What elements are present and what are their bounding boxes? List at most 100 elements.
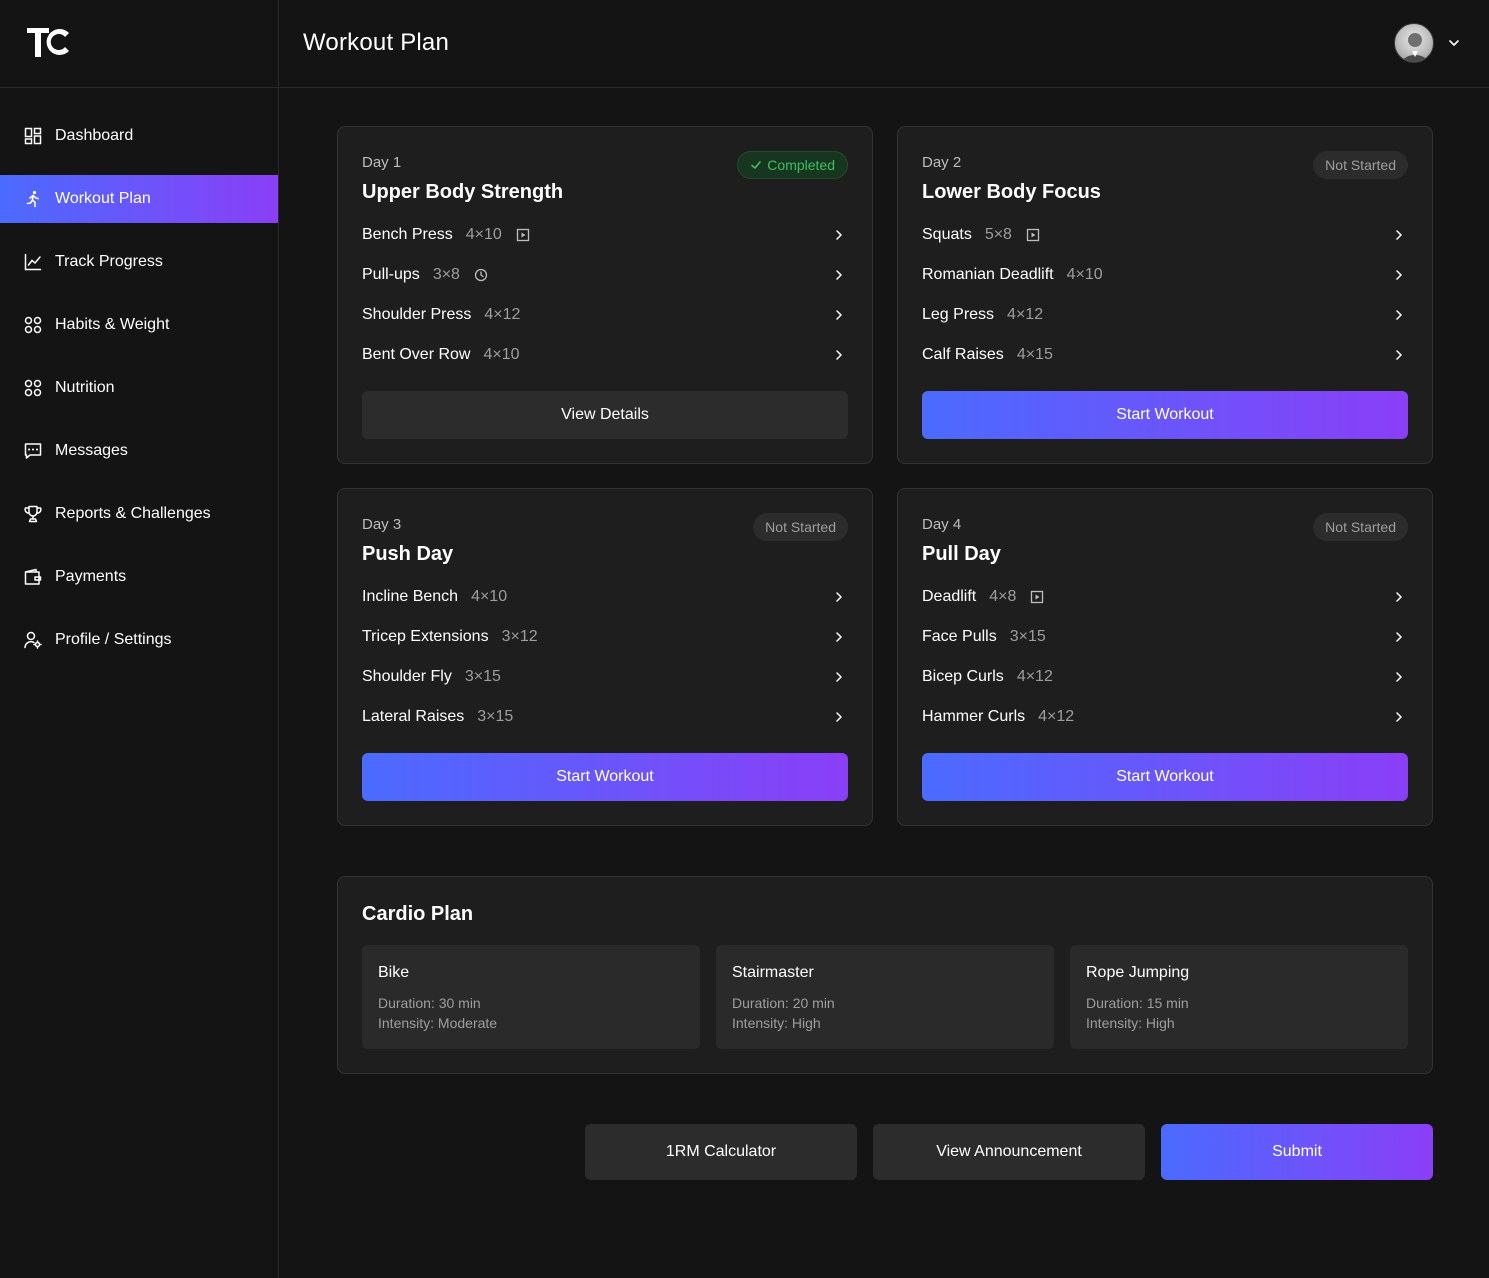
day-title: Lower Body Focus bbox=[922, 181, 1101, 203]
exercise-sets: 4×10 bbox=[471, 588, 508, 605]
sidebar-item-messages[interactable]: Messages bbox=[0, 427, 278, 475]
chevron-right-icon bbox=[836, 672, 842, 682]
exercise-sets: 3×12 bbox=[501, 628, 538, 645]
exercise-row[interactable]: Shoulder Press 4×12 bbox=[362, 295, 850, 335]
tc-logo[interactable] bbox=[25, 24, 73, 60]
sidebar-item-reports-challenges[interactable]: Reports & Challenges bbox=[0, 490, 278, 538]
exercise-name: Tricep Extensions bbox=[362, 628, 489, 645]
sidebar-item-label: Payments bbox=[55, 568, 127, 585]
exercise-row[interactable]: Bent Over Row 4×10 bbox=[362, 335, 850, 375]
chevron-right-icon bbox=[1396, 270, 1402, 280]
exercise-name: Romanian Deadlift bbox=[922, 266, 1054, 283]
1rm-calculator-button[interactable]: 1RM Calculator bbox=[585, 1124, 857, 1180]
exercise-name: Leg Press bbox=[922, 306, 995, 323]
clock-icon[interactable] bbox=[474, 268, 488, 282]
cardio-item[interactable]: Stairmaster Duration: 20 min Intensity: … bbox=[716, 945, 1054, 1049]
trophy-icon bbox=[24, 505, 42, 523]
video-icon[interactable] bbox=[1030, 590, 1044, 604]
exercise-name: Shoulder Fly bbox=[362, 668, 452, 685]
page-title: Workout Plan bbox=[303, 29, 450, 56]
cardio-item[interactable]: Bike Duration: 30 min Intensity: Moderat… bbox=[362, 945, 700, 1049]
sidebar-divider bbox=[0, 87, 279, 88]
exercise-row[interactable]: Bench Press 4×10 bbox=[362, 215, 850, 255]
sidebar-nav: Dashboard Workout Plan Track Progress Ha… bbox=[0, 112, 278, 679]
chevron-right-icon bbox=[1396, 672, 1402, 682]
chevron-right-icon bbox=[836, 632, 842, 642]
dashboard-grid-icon bbox=[24, 127, 42, 145]
cardio-name: Stairmaster bbox=[732, 964, 814, 981]
chevron-down-icon[interactable] bbox=[1446, 35, 1462, 51]
cardio-plan-card: Cardio Plan Bike Duration: 30 min Intens… bbox=[337, 876, 1433, 1074]
video-icon[interactable] bbox=[516, 228, 530, 242]
status-text: Completed bbox=[767, 157, 835, 173]
exercise-list: Deadlift 4×8 Face Pulls 3×15 Bicep Curls… bbox=[922, 577, 1410, 737]
sidebar: Dashboard Workout Plan Track Progress Ha… bbox=[0, 0, 279, 1278]
cardio-intensity: Intensity: High bbox=[1086, 1015, 1175, 1031]
exercise-name: Bent Over Row bbox=[362, 346, 471, 363]
sidebar-item-profile-settings[interactable]: Profile / Settings bbox=[0, 616, 278, 664]
exercise-name: Incline Bench bbox=[362, 588, 459, 605]
chevron-right-icon bbox=[1396, 712, 1402, 722]
exercise-row[interactable]: Hammer Curls 4×12 bbox=[922, 697, 1410, 737]
exercise-name: Face Pulls bbox=[922, 628, 997, 645]
view-announcement-button[interactable]: View Announcement bbox=[873, 1124, 1145, 1180]
exercise-row[interactable]: Incline Bench 4×10 bbox=[362, 577, 850, 617]
cardio-duration: Duration: 15 min bbox=[1086, 995, 1189, 1011]
status-badge: Not Started bbox=[1313, 151, 1408, 179]
exercise-name: Pull-ups bbox=[362, 266, 420, 283]
exercise-sets: 3×15 bbox=[1009, 628, 1046, 645]
day-label: Day 3 bbox=[362, 516, 402, 533]
sidebar-item-dashboard[interactable]: Dashboard bbox=[0, 112, 278, 160]
sidebar-item-nutrition[interactable]: Nutrition bbox=[0, 364, 278, 412]
chevron-right-icon bbox=[1396, 350, 1402, 360]
exercise-row[interactable]: Shoulder Fly 3×15 bbox=[362, 657, 850, 697]
cardio-duration: Duration: 20 min bbox=[732, 995, 835, 1011]
exercise-sets: 4×10 bbox=[483, 346, 520, 363]
cardio-duration: Duration: 30 min bbox=[378, 995, 481, 1011]
start-workout-button[interactable]: Start Workout bbox=[922, 753, 1408, 801]
exercise-row[interactable]: Lateral Raises 3×15 bbox=[362, 697, 850, 737]
cardio-title: Cardio Plan bbox=[362, 903, 474, 925]
exercise-name: Deadlift bbox=[922, 588, 977, 605]
exercise-row[interactable]: Bicep Curls 4×12 bbox=[922, 657, 1410, 697]
status-text: Not Started bbox=[1325, 519, 1396, 535]
exercise-row[interactable]: Leg Press 4×12 bbox=[922, 295, 1410, 335]
exercise-row[interactable]: Pull-ups 3×8 bbox=[362, 255, 850, 295]
exercise-list: Incline Bench 4×10 Tricep Extensions 3×1… bbox=[362, 577, 850, 737]
exercise-row[interactable]: Calf Raises 4×15 bbox=[922, 335, 1410, 375]
start-workout-button[interactable]: Start Workout bbox=[922, 391, 1408, 439]
view-details-button[interactable]: View Details bbox=[362, 391, 848, 439]
sidebar-item-workout-plan[interactable]: Workout Plan bbox=[0, 175, 278, 223]
chevron-right-icon bbox=[836, 230, 842, 240]
message-icon bbox=[24, 442, 42, 460]
status-badge: Completed bbox=[737, 151, 848, 179]
exercise-sets: 4×15 bbox=[1016, 346, 1053, 363]
exercise-row[interactable]: Tricep Extensions 3×12 bbox=[362, 617, 850, 657]
day-title: Upper Body Strength bbox=[362, 181, 564, 203]
sidebar-item-payments[interactable]: Payments bbox=[0, 553, 278, 601]
cardio-name: Rope Jumping bbox=[1086, 964, 1190, 981]
start-workout-button[interactable]: Start Workout bbox=[362, 753, 848, 801]
day-card-1: Day 1 Upper Body Strength Completed Benc… bbox=[337, 126, 873, 464]
cardio-item[interactable]: Rope Jumping Duration: 15 min Intensity:… bbox=[1070, 945, 1408, 1049]
exercise-list: Squats 5×8 Romanian Deadlift 4×10 Leg Pr… bbox=[922, 215, 1410, 375]
status-text: Not Started bbox=[765, 519, 836, 535]
sidebar-item-track-progress[interactable]: Track Progress bbox=[0, 238, 278, 286]
exercise-sets: 3×15 bbox=[477, 708, 514, 725]
video-icon[interactable] bbox=[1026, 228, 1040, 242]
chevron-right-icon bbox=[836, 350, 842, 360]
exercise-row[interactable]: Squats 5×8 bbox=[922, 215, 1410, 255]
exercise-row[interactable]: Face Pulls 3×15 bbox=[922, 617, 1410, 657]
avatar[interactable] bbox=[1394, 23, 1434, 63]
submit-button[interactable]: Submit bbox=[1161, 1124, 1433, 1180]
day-label: Day 4 bbox=[922, 516, 962, 533]
exercise-sets: 3×15 bbox=[464, 668, 501, 685]
user-gear-icon bbox=[24, 631, 42, 649]
exercise-row[interactable]: Deadlift 4×8 bbox=[922, 577, 1410, 617]
sidebar-item-habits-weight[interactable]: Habits & Weight bbox=[0, 301, 278, 349]
exercise-sets: 4×12 bbox=[484, 306, 521, 323]
chevron-right-icon bbox=[836, 712, 842, 722]
exercise-row[interactable]: Romanian Deadlift 4×10 bbox=[922, 255, 1410, 295]
sidebar-item-label: Nutrition bbox=[55, 379, 115, 396]
check-icon bbox=[751, 161, 762, 169]
